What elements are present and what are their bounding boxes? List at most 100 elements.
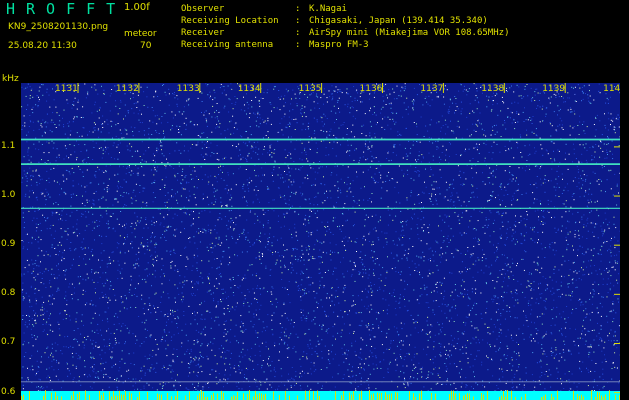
band-spike — [157, 393, 158, 400]
band-spike — [139, 391, 140, 400]
band-spike — [273, 391, 274, 400]
band-spike — [249, 390, 250, 400]
band-spike — [385, 392, 386, 400]
band-spike — [605, 394, 606, 400]
band-spike — [285, 390, 286, 400]
band-spike — [279, 395, 280, 400]
band-spike — [599, 392, 600, 400]
band-spike — [511, 390, 512, 400]
info-value: K.Nagai — [309, 4, 347, 14]
y-tick-label: 0.9 — [1, 239, 16, 250]
band-spike — [349, 392, 350, 400]
band-spike — [463, 395, 464, 400]
band-spike — [473, 396, 474, 400]
app-title: HROFFT — [6, 0, 127, 18]
band-spike — [115, 395, 116, 400]
band-spike — [161, 394, 162, 400]
band-spike — [101, 395, 102, 400]
band-spike — [317, 390, 318, 400]
y-tick-label: 0.8 — [1, 288, 16, 299]
band-spike — [507, 390, 508, 400]
band-spike — [237, 391, 238, 400]
band-spike — [359, 393, 360, 400]
band-spike — [121, 394, 122, 400]
band-spike — [77, 393, 78, 400]
band-spike — [465, 394, 466, 400]
band-spike — [235, 396, 236, 400]
band-spike — [89, 395, 90, 400]
band-spike — [387, 394, 388, 400]
band-spike — [389, 394, 390, 400]
band-spike — [591, 390, 592, 400]
band-spike — [377, 392, 378, 400]
info-value: AirSpy mini (Miakejima VOR 108.65MHz) — [309, 28, 510, 38]
time-label: 1140 — [603, 84, 620, 94]
band-spike — [451, 390, 452, 400]
band-spike — [57, 396, 58, 400]
info-row-observer: Observer: K.Nagai — [181, 4, 347, 14]
band-spike — [371, 394, 372, 400]
band-spike — [481, 392, 482, 400]
bottom-band — [21, 391, 620, 400]
time-label: 1137 — [420, 84, 443, 94]
band-spike — [601, 395, 602, 400]
time-label: 1134 — [238, 84, 261, 94]
band-spike — [197, 395, 198, 400]
band-spike — [103, 392, 104, 400]
band-spike — [369, 390, 370, 400]
band-spike — [459, 393, 460, 400]
band-spike — [43, 395, 44, 400]
band-spike — [99, 391, 100, 400]
meteor-label: meteor — [124, 29, 157, 39]
band-spike — [255, 390, 256, 400]
band-spike — [109, 391, 110, 400]
band-spike — [453, 390, 454, 400]
band-spike — [113, 390, 114, 400]
band-spike — [335, 391, 336, 400]
y-tick-label: 1.0 — [1, 190, 16, 201]
band-spike — [431, 392, 432, 400]
band-spike — [21, 395, 22, 400]
info-key: Observer — [181, 4, 225, 14]
band-spike — [305, 390, 306, 400]
info-key: Receiving Location — [181, 16, 279, 26]
band-spike — [619, 395, 620, 400]
band-spike — [131, 393, 132, 400]
band-spike — [85, 390, 86, 400]
band-spike — [353, 391, 354, 400]
info-value: Maspro FM-3 — [309, 40, 369, 50]
info-row-receiver: Receiver: AirSpy mini (Miakejima VOR 108.… — [181, 28, 510, 38]
band-spike — [543, 396, 544, 400]
band-spike — [119, 390, 120, 400]
band-spike — [167, 392, 168, 400]
band-spike — [413, 393, 414, 400]
info-key: Receiving antenna — [181, 40, 274, 50]
band-spike — [557, 390, 558, 400]
datetime-label: 25.08.20 11:30 — [8, 41, 77, 51]
band-spike — [341, 395, 342, 400]
band-spike — [203, 392, 204, 400]
info-row-antenna: Receiving antenna: Maspro FM-3 — [181, 40, 369, 50]
band-spike — [55, 391, 56, 400]
band-spike — [409, 391, 410, 400]
band-spike — [381, 392, 382, 400]
band-spike — [211, 394, 212, 400]
band-spike — [185, 395, 186, 400]
band-spike — [231, 396, 232, 400]
y-tick-label: 1.1 — [1, 140, 16, 151]
band-spike — [221, 390, 222, 400]
band-spike — [361, 390, 362, 400]
khz-axis-label: kHz — [2, 74, 19, 84]
band-spike — [263, 394, 264, 400]
band-spike — [261, 393, 262, 400]
band-spike — [469, 393, 470, 400]
band-spike — [373, 393, 374, 400]
band-spike — [23, 394, 24, 400]
band-spike — [343, 390, 344, 400]
band-spike — [609, 390, 610, 400]
time-label: 1132 — [116, 84, 139, 94]
band-spike — [247, 394, 248, 400]
band-spike — [379, 393, 380, 400]
band-spike — [123, 394, 124, 400]
time-label: 1138 — [481, 84, 504, 94]
